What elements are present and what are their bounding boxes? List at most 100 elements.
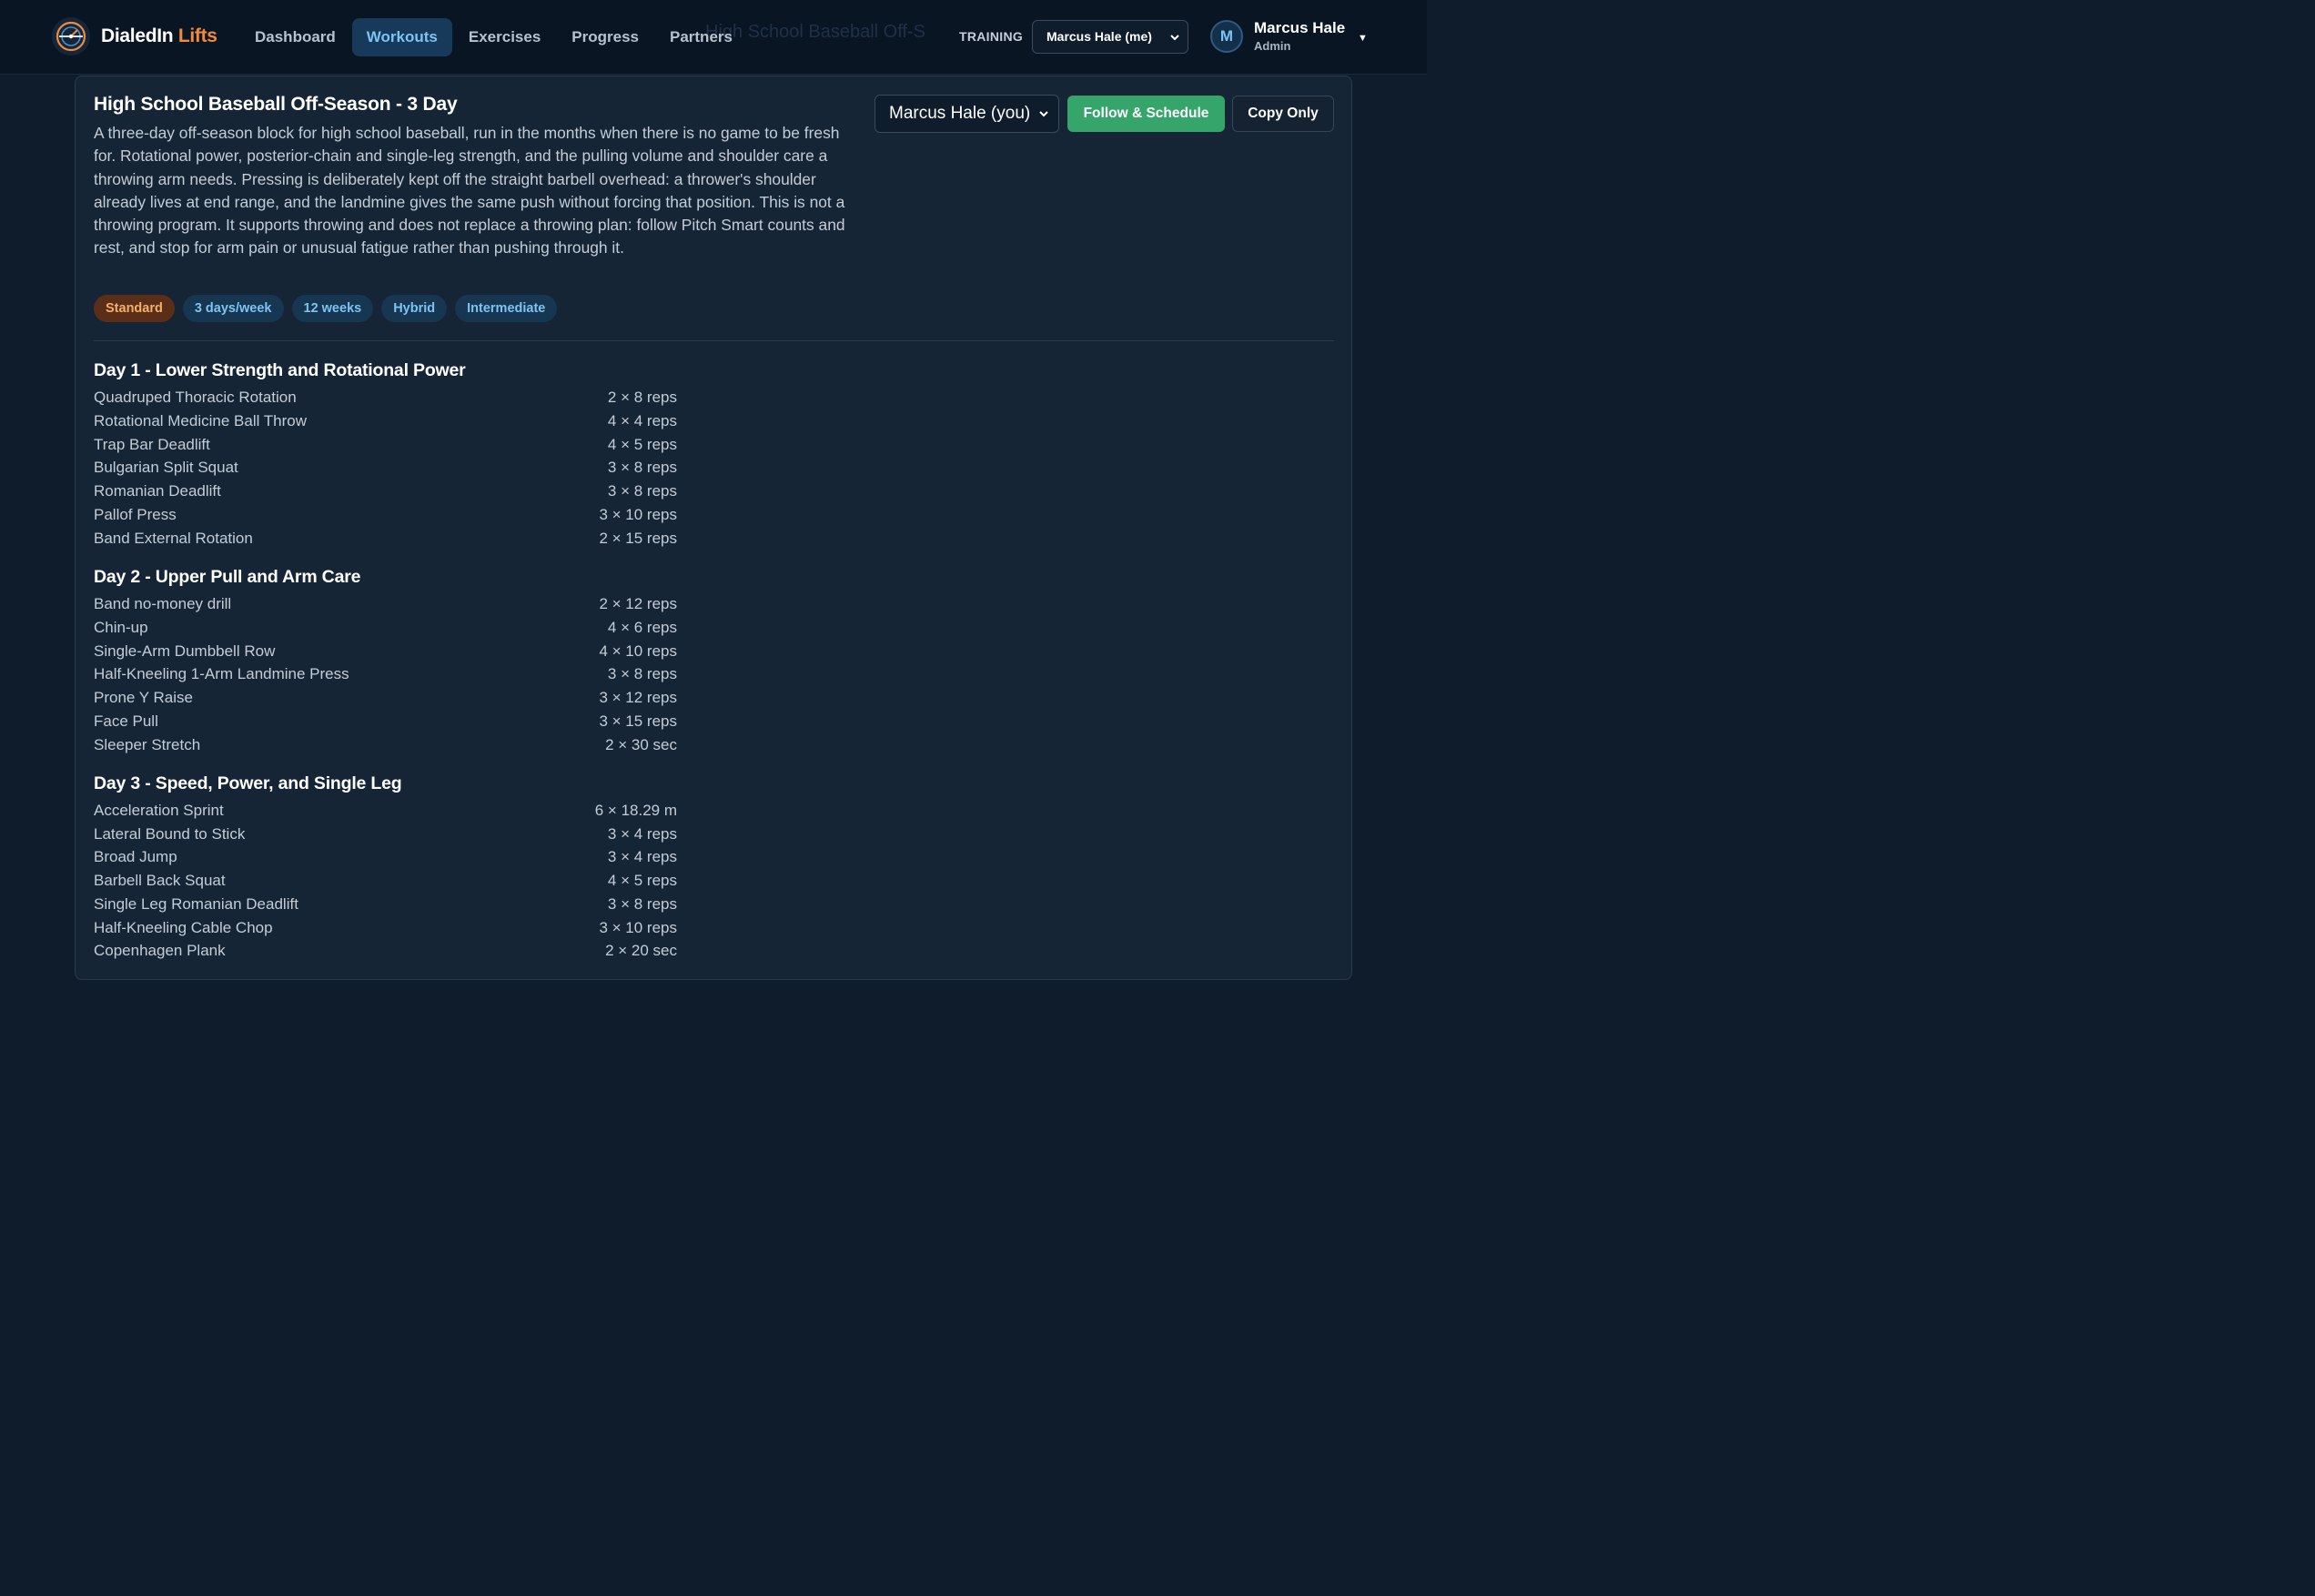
top-navigation-bar: High School Baseball Off-S DialedIn Lift… [0,0,1427,75]
program-card: High School Baseball Off-Season - 3 Day … [75,76,1352,980]
exercise-name: Prone Y Raise [94,689,193,706]
exercise-row: Trap Bar Deadlift 4 × 5 reps [94,436,677,459]
exercise-sets: 3 × 8 reps [607,665,677,682]
exercise-row: Barbell Back Squat 4 × 5 reps [94,872,677,894]
training-athlete-select[interactable]: Marcus Hale (me) [1032,20,1188,54]
exercise-name: Sleeper Stretch [94,736,201,753]
exercise-sets: 3 × 12 reps [599,689,677,706]
exercise-name: Acceleration Sprint [94,802,224,819]
avatar[interactable]: M [1210,20,1243,53]
exercise-name: Band External Rotation [94,530,253,547]
exercise-row: Lateral Bound to Stick 3 × 4 reps [94,825,677,848]
exercise-name: Rotational Medicine Ball Throw [94,412,308,429]
owner-select-value: Marcus Hale (you) [889,104,1031,123]
program-title: High School Baseball Off-Season - 3 Day [94,94,458,115]
divider [94,340,1334,341]
exercise-row: Single-Arm Dumbbell Row 4 × 10 reps [94,642,677,665]
tag-level: Standard [94,295,175,322]
follow-schedule-button[interactable]: Follow & Schedule [1067,96,1225,132]
exercise-sets: 4 × 5 reps [607,436,677,453]
exercise-sets: 2 × 8 reps [607,389,677,406]
nav-exercises[interactable]: Exercises [454,18,555,56]
exercise-sets: 3 × 4 reps [607,825,677,843]
exercise-name: Bulgarian Split Squat [94,459,238,476]
exercise-sets: 4 × 6 reps [607,619,677,636]
exercise-sets: 3 × 10 reps [599,919,677,936]
copy-only-button[interactable]: Copy Only [1232,96,1334,132]
exercise-sets: 3 × 10 reps [599,506,677,523]
app-brand[interactable]: DialedIn Lifts [101,25,217,47]
chevron-down-icon [1170,35,1179,41]
user-role: Admin [1254,39,1291,53]
exercise-name: Quadruped Thoracic Rotation [94,389,297,406]
exercise-sets: 3 × 8 reps [607,482,677,500]
exercise-name: Copenhagen Plank [94,942,226,959]
exercise-sets: 3 × 4 reps [607,848,677,865]
training-select-value: Marcus Hale (me) [1046,29,1152,44]
tag-frequency: 3 days/week [182,295,284,322]
exercise-sets: 4 × 5 reps [607,872,677,889]
brand-accent: Lifts [177,25,217,46]
exercise-row: Bulgarian Split Squat 3 × 8 reps [94,459,677,481]
user-name[interactable]: Marcus Hale [1254,19,1345,37]
exercise-row: Quadruped Thoracic Rotation 2 × 8 reps [94,389,677,411]
exercise-name: Chin-up [94,619,148,636]
exercise-sets: 2 × 20 sec [605,942,677,959]
exercise-name: Trap Bar Deadlift [94,436,210,453]
exercise-name: Broad Jump [94,848,177,865]
exercise-name: Single-Arm Dumbbell Row [94,642,276,660]
exercise-sets: 6 × 18.29 m [594,802,677,819]
day-title: Day 2 - Upper Pull and Arm Care [94,567,361,587]
tag-style: Hybrid [381,295,448,322]
exercise-sets: 2 × 12 reps [599,595,677,612]
logo-icon[interactable] [52,17,90,56]
exercise-name: Half-Kneeling Cable Chop [94,919,273,936]
main-nav: Dashboard Workouts Exercises Progress Pa… [240,18,749,56]
exercise-name: Pallof Press [94,506,177,523]
exercise-row: Sleeper Stretch 2 × 30 sec [94,736,677,759]
exercise-sets: 3 × 8 reps [607,459,677,476]
exercise-sets: 3 × 8 reps [607,895,677,913]
tag-difficulty: Intermediate [455,295,558,322]
exercise-name: Band no-money drill [94,595,232,612]
exercise-name: Barbell Back Squat [94,872,226,889]
exercise-name: Face Pull [94,712,158,730]
day-title: Day 1 - Lower Strength and Rotational Po… [94,360,466,380]
exercise-row: Rotational Medicine Ball Throw 4 × 4 reps [94,412,677,435]
exercise-row: Broad Jump 3 × 4 reps [94,848,677,871]
nav-workouts[interactable]: Workouts [351,18,452,56]
exercise-row: Pallof Press 3 × 10 reps [94,506,677,529]
exercise-name: Lateral Bound to Stick [94,825,246,843]
exercise-row: Face Pull 3 × 15 reps [94,712,677,735]
training-label: TRAINING [959,29,1024,44]
program-tags: Standard 3 days/week 12 weeks Hybrid Int… [94,295,565,322]
exercise-sets: 4 × 10 reps [599,642,677,660]
exercise-row: Half-Kneeling 1-Arm Landmine Press 3 × 8 … [94,665,677,688]
brand-name: DialedIn [101,25,174,46]
owner-select[interactable]: Marcus Hale (you) [874,95,1059,133]
nav-partners[interactable]: Partners [655,18,747,56]
exercise-row: Band no-money drill 2 × 12 reps [94,595,677,618]
exercise-sets: 2 × 15 reps [599,530,677,547]
exercise-row: Romanian Deadlift 3 × 8 reps [94,482,677,505]
exercise-row: Half-Kneeling Cable Chop 3 × 10 reps [94,919,677,942]
exercise-sets: 2 × 30 sec [605,736,677,753]
exercise-row: Copenhagen Plank 2 × 20 sec [94,942,677,965]
exercise-row: Single Leg Romanian Deadlift 3 × 8 reps [94,895,677,918]
exercise-row: Prone Y Raise 3 × 12 reps [94,689,677,712]
exercise-name: Romanian Deadlift [94,482,221,500]
exercise-row: Band External Rotation 2 × 15 reps [94,530,677,552]
nav-dashboard[interactable]: Dashboard [240,18,350,56]
day-title: Day 3 - Speed, Power, and Single Leg [94,773,402,793]
user-menu-caret-icon[interactable]: ▼ [1358,33,1368,44]
exercise-name: Half-Kneeling 1-Arm Landmine Press [94,665,349,682]
exercise-name: Single Leg Romanian Deadlift [94,895,298,913]
exercise-row: Chin-up 4 × 6 reps [94,619,677,641]
nav-progress[interactable]: Progress [557,18,653,56]
chevron-down-icon [1038,108,1049,119]
exercise-sets: 4 × 4 reps [607,412,677,429]
program-description: A three-day off-season block for high sc… [94,124,845,258]
exercise-sets: 3 × 15 reps [599,712,677,730]
exercise-row: Acceleration Sprint 6 × 18.29 m [94,802,677,824]
tag-duration: 12 weeks [291,295,374,322]
